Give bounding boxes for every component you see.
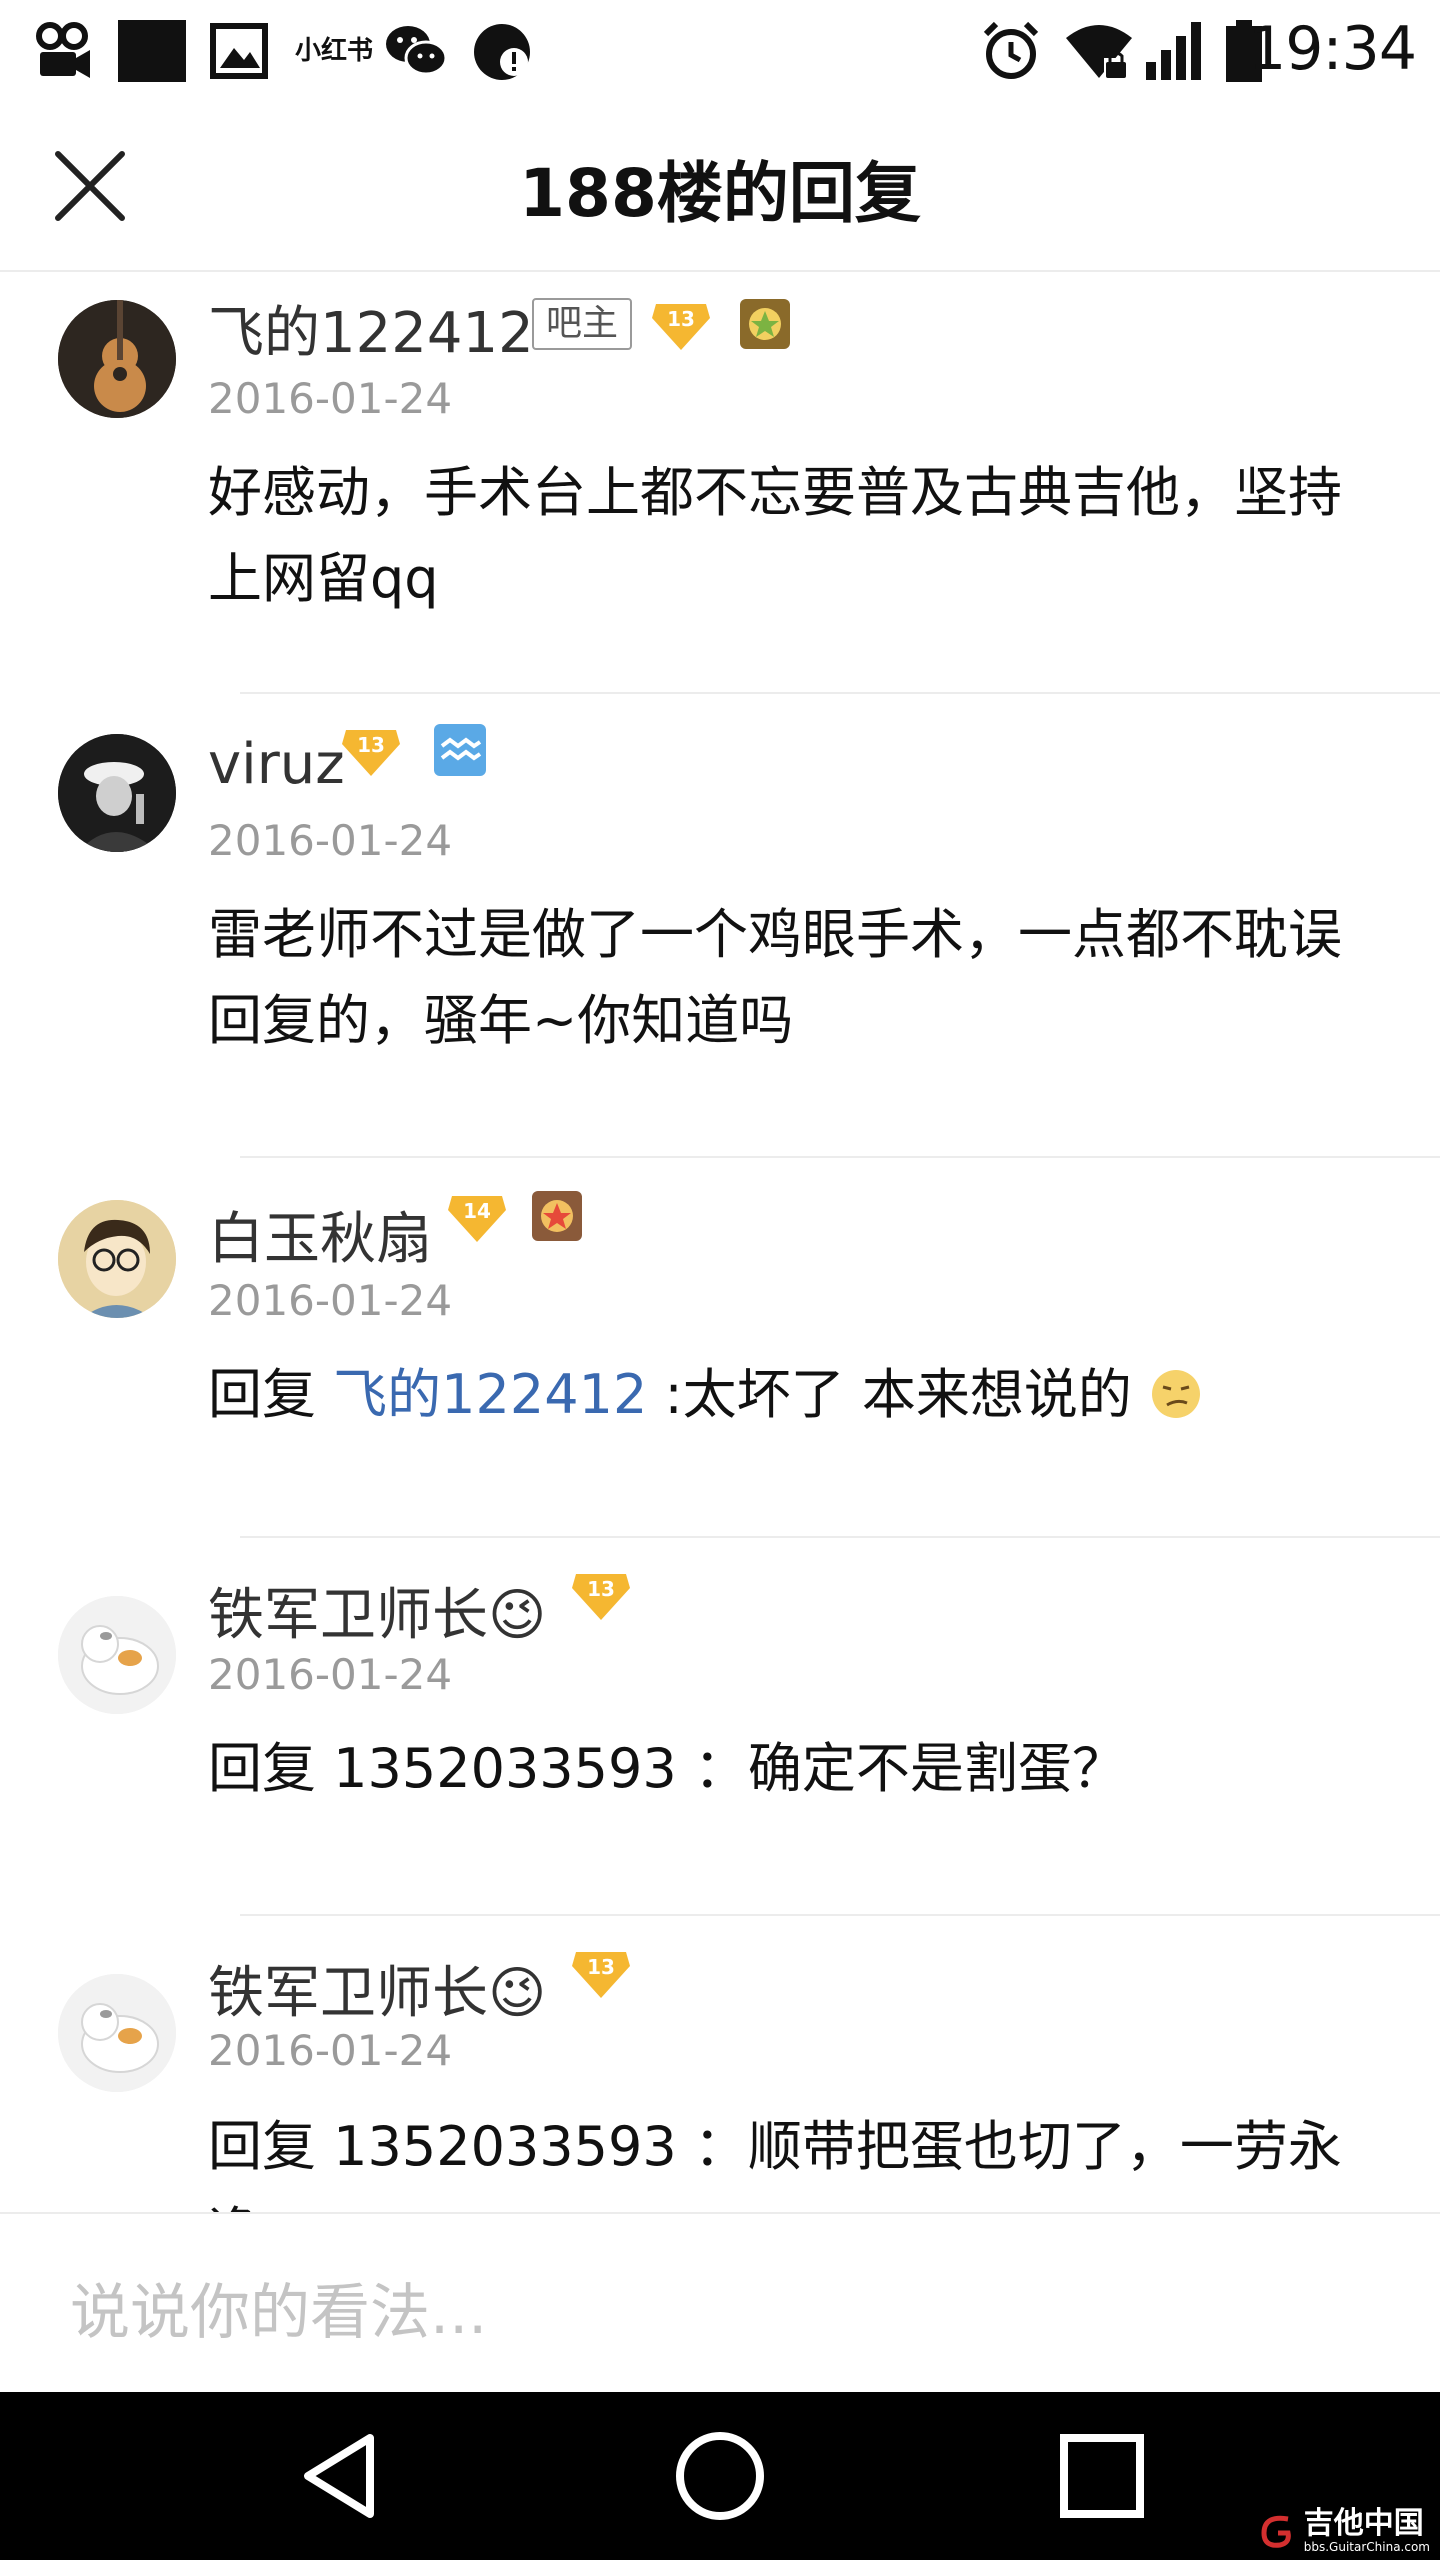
post-date: 2016-01-24	[208, 816, 453, 865]
avatar[interactable]	[58, 1200, 176, 1318]
level-text: 13	[587, 1577, 615, 1601]
post-date: 2016-01-24	[208, 1650, 453, 1699]
gallery-icon	[210, 23, 268, 79]
level-badge-icon: 13	[652, 304, 711, 350]
header: 188楼的回复	[0, 100, 1440, 272]
comment-text[interactable]: 回复 1352033593 ：顺带把蛋也切了，一劳永逸	[208, 2104, 1388, 2212]
smirk-emoji-icon	[1152, 1370, 1201, 1418]
badge-row: 14	[446, 1188, 584, 1244]
avatar[interactable]	[58, 300, 176, 418]
comment-text[interactable]: 雷老师不过是做了一个鸡眼手术，一点都不耽误回复的，骚年~你知道吗	[208, 892, 1388, 1064]
honor-medal-icon	[532, 1191, 582, 1241]
reply-to-link[interactable]: 飞的122412	[333, 1363, 647, 1426]
reply-prefix: 回复	[208, 1737, 334, 1800]
home-circle-icon[interactable]	[670, 2426, 770, 2526]
reply-body: ：确定不是割蛋？	[676, 1737, 1126, 1800]
comment-item[interactable]: 铁军卫师长😉 13 2016-01-24 回复 1352033593 ：确定不是…	[0, 1538, 1440, 1916]
watermark: 吉他中国 bbs.GuitarChina.com	[1258, 2508, 1430, 2554]
level-text: 13	[587, 1955, 615, 1979]
level-badge-icon: 13	[572, 1952, 630, 1998]
watermark-main: 吉他中国	[1303, 2506, 1424, 2541]
page-title: 188楼的回复	[519, 155, 921, 232]
username[interactable]: viruz	[208, 732, 345, 797]
username[interactable]: 白玉秋扇	[208, 1194, 432, 1275]
aquarius-icon	[434, 724, 486, 776]
moderator-badge: 吧主	[532, 298, 633, 350]
level-text: 13	[667, 307, 695, 331]
reply-prefix: 回复	[208, 1363, 334, 1426]
avatar[interactable]	[58, 1974, 176, 2092]
xiaohongshu-icon: 小红书	[295, 36, 374, 66]
comment-item[interactable]: viruz 13 2016-01-24 雷老师不过是做了一个鸡眼手术，一点都不耽…	[0, 694, 1440, 1158]
comment-input[interactable]: 说说你的看法...	[70, 2264, 487, 2351]
post-date: 2016-01-24	[208, 2026, 453, 2075]
comment-text[interactable]: 回复 1352033593 ：确定不是割蛋？	[208, 1726, 1388, 1812]
video-camera-icon	[36, 22, 90, 78]
post-date: 2016-01-24	[208, 374, 453, 423]
comment-item[interactable]: 铁军卫师长😉 13 2016-01-24 回复 1352033593 ：顺带把蛋…	[0, 1916, 1440, 2212]
wechat-icon	[386, 26, 448, 76]
badge-row: 吧主 13	[532, 296, 792, 352]
level-badge-icon: 13	[342, 730, 400, 776]
back-triangle-icon[interactable]	[292, 2426, 392, 2526]
username[interactable]: 飞的122412	[208, 288, 534, 369]
recents-square-icon[interactable]	[1052, 2426, 1152, 2526]
alarm-icon	[983, 21, 1039, 79]
username[interactable]: 铁军卫师长😉	[208, 1948, 546, 2029]
avatar[interactable]	[58, 734, 176, 852]
level-text: 13	[357, 733, 385, 757]
username[interactable]: 铁军卫师长😉	[208, 1570, 546, 1651]
signal-icon	[1146, 22, 1201, 80]
comment-input-bar[interactable]: 说说你的看法...	[0, 2212, 1440, 2392]
comment-text[interactable]: 好感动，手术台上都不忘要普及古典吉他，坚持上网留qq	[208, 450, 1388, 622]
level-badge-icon: 13	[572, 1574, 630, 1620]
reply-to-link[interactable]: 1352033593	[333, 2115, 677, 2178]
level-badge-icon: 14	[448, 1196, 506, 1242]
reply-body: :太坏了 本来想说的	[647, 1363, 1132, 1426]
badge-row: 13	[570, 1944, 632, 2000]
honor-medal-icon	[740, 299, 791, 349]
screen: 小红书 19:34 188楼的回复 飞的122412 吧主 13 2016-01…	[0, 0, 1440, 2560]
reply-to-link[interactable]: 1352033593	[333, 1737, 677, 1800]
badge-row: 13	[340, 722, 486, 778]
comment-text[interactable]: 回复 飞的122412 :太坏了 本来想说的	[208, 1352, 1388, 1438]
watermark-sub: bbs.GuitarChina.com	[1303, 2540, 1430, 2554]
avatar[interactable]	[58, 1596, 176, 1714]
wifi-lock-icon	[1066, 25, 1132, 78]
status-bar: 小红书 19:34	[0, 0, 1440, 100]
clock: 19:34	[1248, 14, 1417, 84]
navigation-bar: 吉他中国 bbs.GuitarChina.com	[0, 2392, 1440, 2560]
comment-item[interactable]: 白玉秋扇 14 2016-01-24 回复 飞的122412 :太坏了 本来想说…	[0, 1158, 1440, 1538]
comment-list[interactable]: 飞的122412 吧主 13 2016-01-24 好感动，手术台上都不忘要普及…	[0, 272, 1440, 2212]
level-text: 14	[463, 1199, 491, 1223]
alert-icon	[474, 24, 530, 80]
post-date: 2016-01-24	[208, 1276, 453, 1325]
comment-item[interactable]: 飞的122412 吧主 13 2016-01-24 好感动，手术台上都不忘要普及…	[0, 272, 1440, 694]
badge-row: 13	[570, 1566, 632, 1622]
black-square-icon	[118, 20, 186, 82]
guitarchina-logo-icon	[1261, 2515, 1291, 2548]
reply-prefix: 回复	[208, 2115, 334, 2178]
